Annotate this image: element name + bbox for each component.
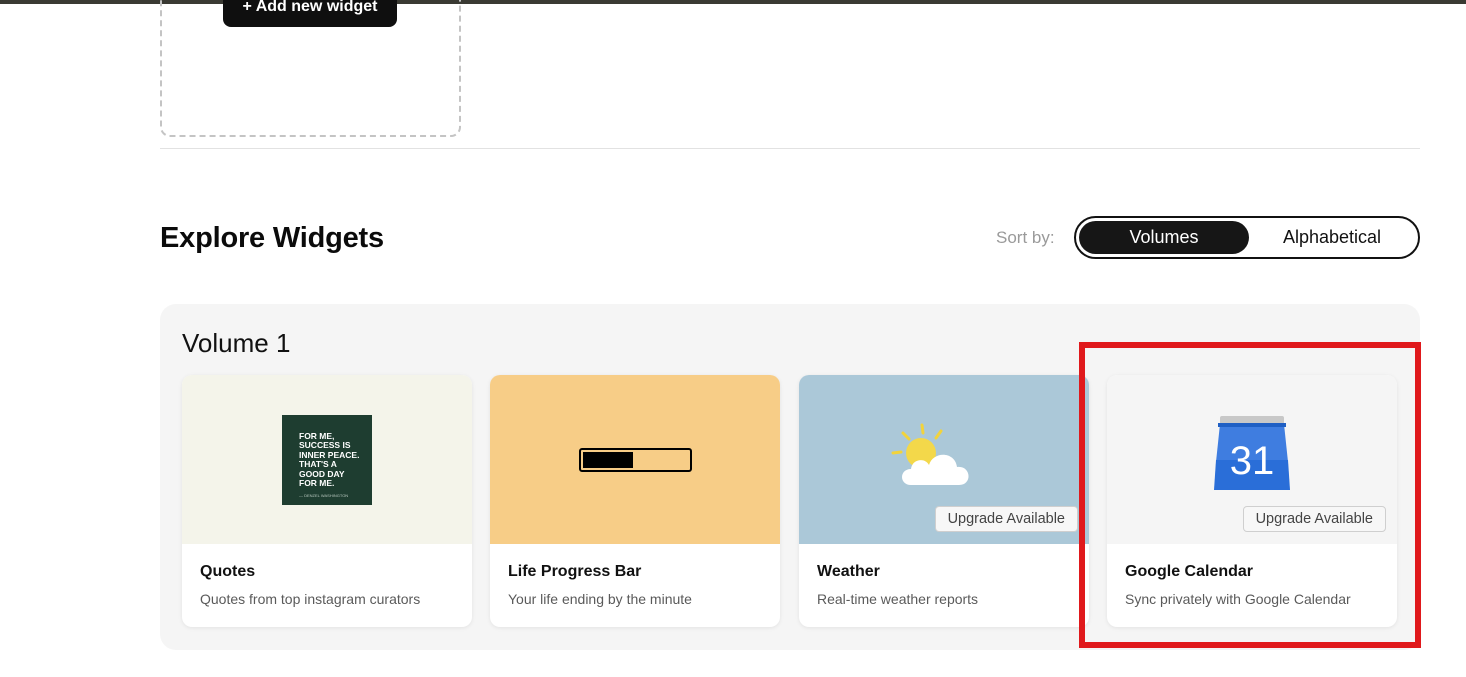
- section-title: Explore Widgets: [160, 222, 384, 254]
- card-description: Your life ending by the minute: [508, 591, 692, 607]
- sort-option-alphabetical[interactable]: Alphabetical: [1249, 221, 1415, 254]
- weather-icon: [891, 423, 969, 485]
- progress-fill: [582, 451, 633, 468]
- quote-author: — Denzel Washington: [299, 492, 349, 498]
- card-thumbnail: [490, 375, 780, 544]
- card-title: Quotes: [200, 563, 256, 580]
- google-calendar-icon: 31: [1214, 415, 1290, 490]
- add-new-widget-button[interactable]: + Add new widget: [223, 0, 397, 27]
- quote-image: For me, success is inner peace. That's a…: [282, 414, 372, 505]
- section-divider: [160, 148, 1420, 149]
- quote-line: for me.: [299, 478, 335, 488]
- card-title: Life Progress Bar: [508, 563, 642, 580]
- card-title: Google Calendar: [1125, 563, 1254, 580]
- sort-option-volumes[interactable]: Volumes: [1079, 221, 1249, 254]
- volume-title: Volume 1: [182, 328, 291, 358]
- sort-toggle: Volumes Alphabetical: [1074, 216, 1420, 259]
- card-description: Real-time weather reports: [817, 591, 979, 607]
- progress-bar-icon: [578, 447, 692, 472]
- card-description: Sync privately with Google Calendar: [1125, 591, 1351, 607]
- card-thumbnail: For me, success is inner peace. That's a…: [182, 375, 472, 544]
- calendar-day-number: 31: [1230, 439, 1275, 483]
- widget-card-weather[interactable]: Upgrade Available Weather Real-time weat…: [799, 375, 1089, 627]
- upgrade-available-badge[interactable]: Upgrade Available: [934, 506, 1078, 532]
- widget-card-google-calendar[interactable]: 31 Upgrade Available Google Calendar Syn…: [1107, 375, 1397, 627]
- widget-card-quotes[interactable]: For me, success is inner peace. That's a…: [182, 375, 472, 627]
- upgrade-available-badge[interactable]: Upgrade Available: [1242, 506, 1386, 532]
- card-description: Quotes from top instagram curators: [200, 591, 421, 607]
- card-thumbnail: 31 Upgrade Available: [1107, 375, 1397, 544]
- card-thumbnail: Upgrade Available: [799, 375, 1089, 544]
- sort-label: Sort by:: [996, 228, 1055, 247]
- widget-card-life-progress-bar[interactable]: Life Progress Bar Your life ending by th…: [490, 375, 780, 627]
- card-title: Weather: [817, 563, 880, 580]
